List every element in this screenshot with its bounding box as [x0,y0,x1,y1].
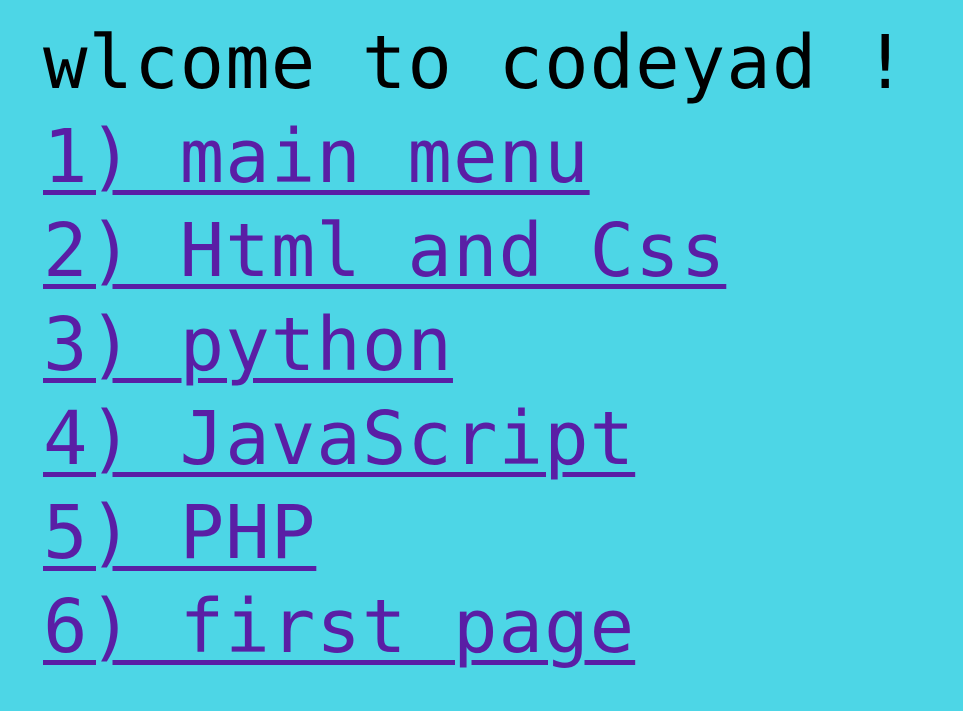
main-menu: 1) main menu 2) Html and Css 3) python 4… [43,110,963,674]
menu-link-php[interactable]: 5) PHP [43,490,316,576]
page-title: wlcome to codeyad ! [43,20,909,106]
menu-link-main-menu[interactable]: 1) main menu [43,114,590,200]
menu-item: 6) first page [43,580,963,674]
menu-item: 3) python [43,298,963,392]
menu-link-javascript[interactable]: 4) JavaScript [43,396,635,482]
menu-link-python[interactable]: 3) python [43,302,453,388]
page: wlcome to codeyad ! 1) main menu 2) Html… [0,0,963,711]
menu-link-html-css[interactable]: 2) Html and Css [43,208,726,294]
menu-item: 5) PHP [43,486,963,580]
menu-item: 1) main menu [43,110,963,204]
menu-link-first-page[interactable]: 6) first page [43,584,635,670]
menu-item: 4) JavaScript [43,392,963,486]
menu-item: 2) Html and Css [43,204,963,298]
